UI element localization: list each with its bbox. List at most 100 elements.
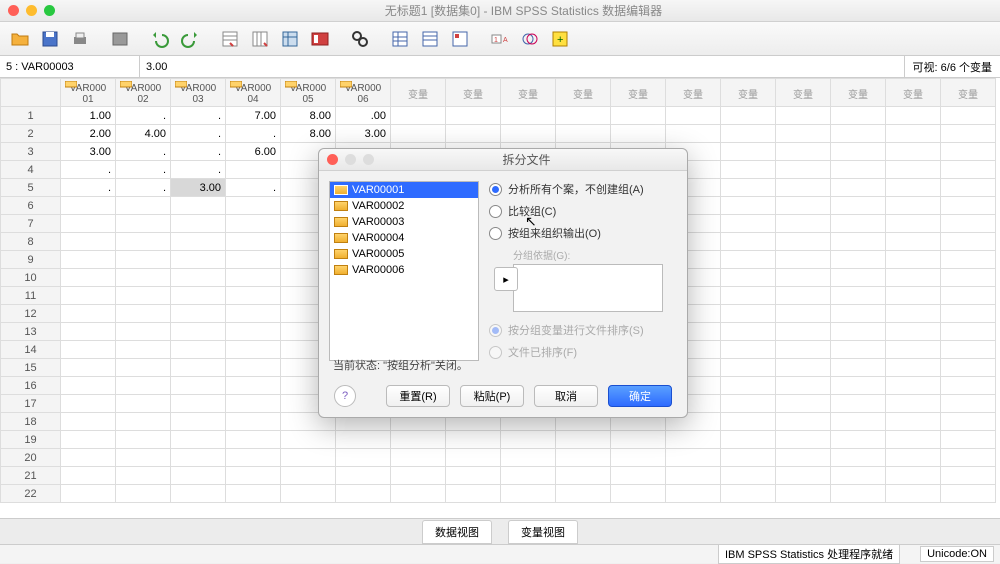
data-cell[interactable] (171, 359, 226, 377)
data-cell[interactable] (116, 413, 171, 431)
data-cell[interactable] (776, 233, 831, 251)
data-cell[interactable] (611, 431, 666, 449)
row-header[interactable]: 9 (1, 251, 61, 269)
data-cell[interactable] (776, 251, 831, 269)
data-cell[interactable] (61, 233, 116, 251)
data-cell[interactable] (611, 467, 666, 485)
data-cell[interactable] (941, 449, 996, 467)
data-cell[interactable] (831, 215, 886, 233)
data-cell[interactable] (721, 305, 776, 323)
data-cell[interactable] (116, 377, 171, 395)
data-cell[interactable] (556, 431, 611, 449)
data-cell[interactable] (61, 251, 116, 269)
data-cell[interactable] (941, 467, 996, 485)
data-cell[interactable] (886, 125, 941, 143)
save-button[interactable] (36, 26, 64, 52)
data-cell[interactable] (281, 485, 336, 503)
data-cell[interactable] (776, 395, 831, 413)
data-cell[interactable] (941, 287, 996, 305)
empty-column-header[interactable]: 变量 (391, 79, 446, 107)
data-cell[interactable] (116, 251, 171, 269)
column-header[interactable]: VAR00002 (116, 79, 171, 107)
show-all-button[interactable]: + (546, 26, 574, 52)
data-cell[interactable]: . (116, 143, 171, 161)
data-cell[interactable] (831, 377, 886, 395)
empty-column-header[interactable]: 变量 (886, 79, 941, 107)
data-cell[interactable] (886, 143, 941, 161)
data-cell[interactable] (171, 269, 226, 287)
data-cell[interactable] (226, 359, 281, 377)
data-cell[interactable]: . (171, 161, 226, 179)
row-header[interactable]: 13 (1, 323, 61, 341)
data-cell[interactable] (721, 125, 776, 143)
data-cell[interactable]: 3.00 (171, 179, 226, 197)
row-header[interactable]: 22 (1, 485, 61, 503)
data-cell[interactable] (611, 485, 666, 503)
data-cell[interactable] (941, 269, 996, 287)
goto-case-button[interactable] (216, 26, 244, 52)
row-header[interactable]: 4 (1, 161, 61, 179)
data-cell[interactable] (226, 233, 281, 251)
value-labels-button[interactable]: 1A (486, 26, 514, 52)
variable-list[interactable]: VAR00001VAR00002VAR00003VAR00004VAR00005… (329, 181, 479, 361)
data-cell[interactable] (61, 287, 116, 305)
column-header[interactable]: VAR00003 (171, 79, 226, 107)
select-cases-button[interactable] (446, 26, 474, 52)
data-cell[interactable] (776, 323, 831, 341)
data-cell[interactable] (721, 413, 776, 431)
data-cell[interactable]: . (171, 125, 226, 143)
empty-column-header[interactable]: 变量 (831, 79, 886, 107)
data-cell[interactable] (831, 467, 886, 485)
data-cell[interactable]: 7.00 (226, 107, 281, 125)
data-cell[interactable] (666, 485, 721, 503)
data-cell[interactable] (116, 341, 171, 359)
data-cell[interactable] (446, 467, 501, 485)
data-cell[interactable] (886, 431, 941, 449)
data-cell[interactable] (831, 359, 886, 377)
data-cell[interactable] (831, 305, 886, 323)
use-sets-button[interactable] (516, 26, 544, 52)
variable-list-item[interactable]: VAR00004 (330, 230, 478, 246)
data-cell[interactable] (391, 467, 446, 485)
data-cell[interactable] (886, 197, 941, 215)
data-cell[interactable] (831, 395, 886, 413)
minimize-window-button[interactable] (26, 5, 37, 16)
data-cell[interactable] (721, 395, 776, 413)
data-cell[interactable] (886, 395, 941, 413)
empty-column-header[interactable]: 变量 (501, 79, 556, 107)
column-header[interactable]: VAR00006 (336, 79, 391, 107)
undo-button[interactable] (146, 26, 174, 52)
data-cell[interactable] (226, 251, 281, 269)
data-cell[interactable] (886, 413, 941, 431)
data-cell[interactable] (116, 449, 171, 467)
run-button[interactable] (306, 26, 334, 52)
empty-column-header[interactable]: 变量 (446, 79, 501, 107)
data-cell[interactable] (776, 125, 831, 143)
data-cell[interactable] (886, 107, 941, 125)
data-cell[interactable] (886, 341, 941, 359)
data-cell[interactable] (226, 467, 281, 485)
variable-list-item[interactable]: VAR00001 (330, 182, 478, 198)
data-cell[interactable] (941, 431, 996, 449)
data-cell[interactable] (831, 323, 886, 341)
find-button[interactable] (346, 26, 374, 52)
row-header[interactable]: 15 (1, 359, 61, 377)
data-cell[interactable] (61, 269, 116, 287)
data-cell[interactable]: .00 (336, 107, 391, 125)
help-button[interactable]: ? (334, 385, 356, 407)
row-header[interactable]: 1 (1, 107, 61, 125)
split-file-button[interactable] (386, 26, 414, 52)
data-cell[interactable] (776, 431, 831, 449)
data-cell[interactable] (886, 161, 941, 179)
variable-list-item[interactable]: VAR00005 (330, 246, 478, 262)
data-cell[interactable]: . (226, 179, 281, 197)
data-cell[interactable] (171, 413, 226, 431)
data-cell[interactable] (776, 305, 831, 323)
data-cell[interactable]: . (61, 161, 116, 179)
data-cell[interactable]: . (171, 107, 226, 125)
data-cell[interactable] (831, 197, 886, 215)
data-cell[interactable] (886, 377, 941, 395)
data-cell[interactable] (611, 449, 666, 467)
data-cell[interactable] (886, 269, 941, 287)
data-cell[interactable]: . (171, 143, 226, 161)
